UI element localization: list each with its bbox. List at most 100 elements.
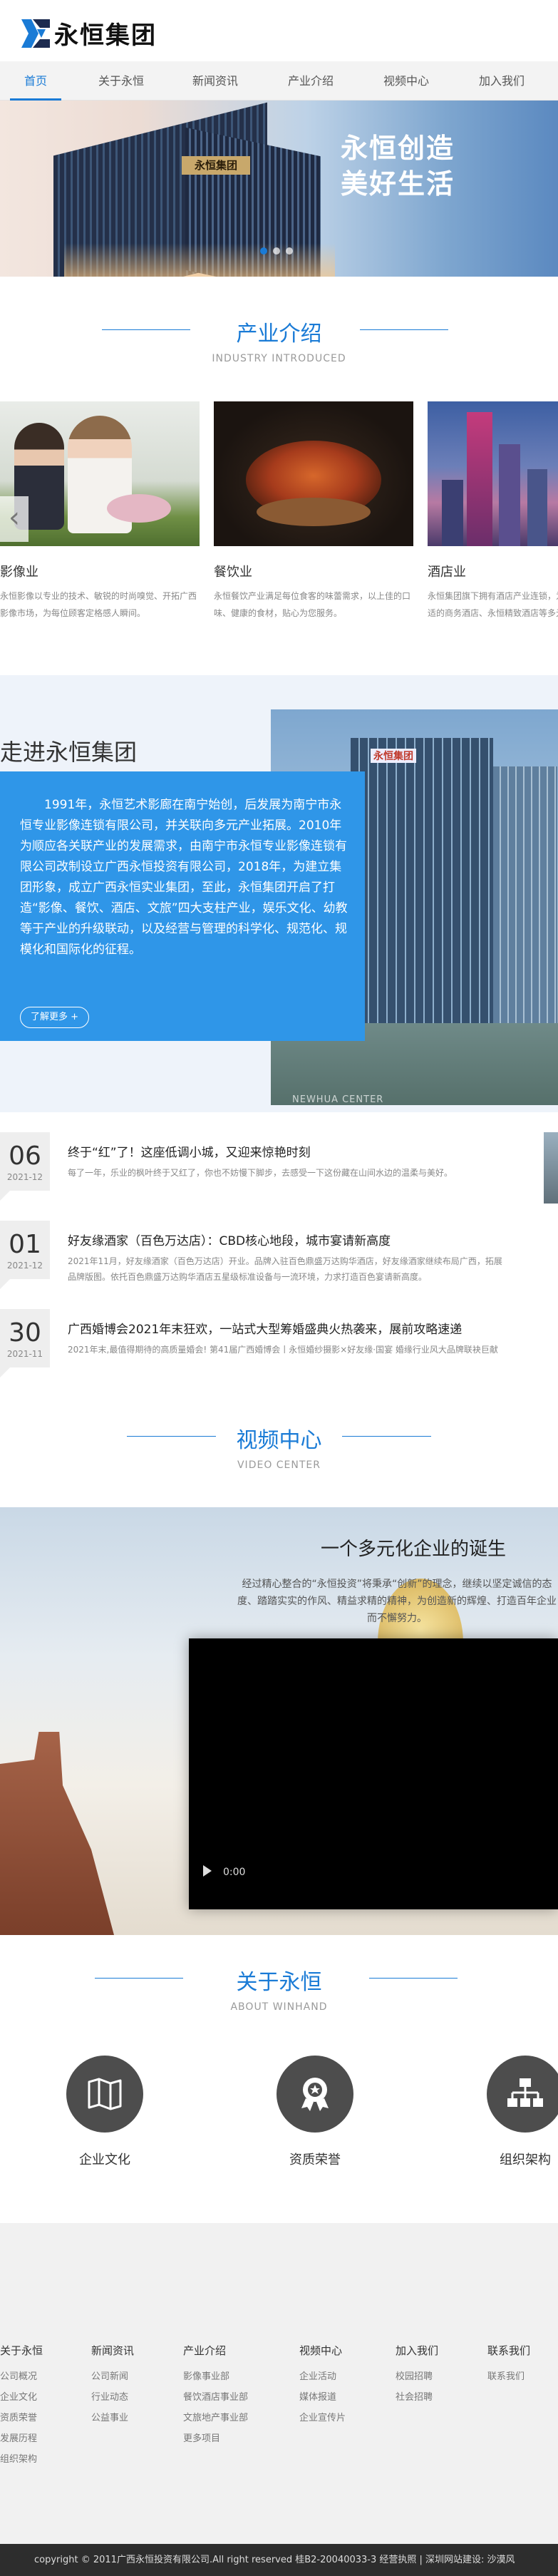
footer-column: 关于永恒 公司概况 企业文化 资质荣誉 发展历程 组织架构 (0, 2343, 43, 2470)
intro-more-button[interactable]: 了解更多 + (20, 1007, 90, 1028)
industry-prev-arrow[interactable]: ‹ (0, 496, 29, 542)
about-item-culture[interactable]: 企业文化 (58, 2056, 151, 2168)
play-icon[interactable] (203, 1865, 212, 1877)
about-title: 关于永恒 (236, 1970, 322, 1995)
footer-column: 视频中心 企业活动 媒体报道 企业宣传片 (299, 2343, 346, 2428)
footer-link[interactable]: 资质荣誉 (0, 2408, 43, 2428)
news-desc: 2021年末,最值得期待的高质量婚会! 第41届广西婚博会丨永恒婚纱摄影×好友缘… (68, 1345, 498, 1355)
title-line-left (102, 329, 190, 330)
footer-link[interactable]: 公司新闻 (91, 2366, 134, 2387)
footer-link[interactable]: 校园招聘 (396, 2366, 438, 2387)
hero-banner[interactable]: 永恒集团 永恒创造 美好生活 (0, 101, 558, 277)
footer-link[interactable]: 组织架构 (0, 2449, 43, 2470)
about-subtitle: ABOUT WINHAND (230, 2001, 328, 2013)
industry-desc: 永恒餐饮产业满足每位食客的味蕾需求，以上佳的口味、健康的食材，贴心为您服务。 (214, 591, 411, 618)
banner-glow (64, 243, 335, 277)
intro-text-box: 1991年，永恒艺术影廊在南宁始创，后发展为南宁市永恒专业影像连锁有限公司，并关… (0, 771, 365, 1041)
video-headline: 一个多元化企业的诞生 (321, 1539, 507, 1560)
footer-link[interactable]: 联系我们 (487, 2366, 530, 2387)
about-label: 组织架构 (500, 2152, 551, 2167)
footer-heading[interactable]: 加入我们 (396, 2343, 438, 2358)
nav-item-join[interactable]: 加入我们 (473, 61, 530, 101)
industry-image-photo (0, 401, 200, 546)
footer-column: 新闻资讯 公司新闻 行业动态 公益事业 (91, 2343, 134, 2428)
news-year-month: 2021-11 (6, 1349, 43, 1359)
news-item[interactable]: 01 2021-12 好友缘酒家（百色万达店）：CBD核心地段，城市宴请新高度 … (0, 1221, 558, 1292)
video-subtitle: VIDEO CENTER (237, 1459, 321, 1471)
footer-heading[interactable]: 视频中心 (299, 2343, 346, 2358)
news-date-tab (0, 1367, 10, 1377)
footer-link[interactable]: 企业活动 (299, 2366, 346, 2387)
industry-image-hotel (428, 401, 558, 546)
org-chart-icon (487, 2056, 558, 2133)
nav-item-industry[interactable]: 产业介绍 (282, 61, 339, 101)
about-item-structure[interactable]: 组织架构 (479, 2056, 558, 2168)
news-day: 01 (9, 1230, 41, 1259)
video-section-title: 视频中心 VIDEO CENTER (0, 1422, 558, 1471)
news-day: 06 (9, 1141, 41, 1171)
about-section-title: 关于永恒 ABOUT WINHAND (0, 1964, 558, 2013)
footer-link[interactable]: 媒体报道 (299, 2387, 346, 2408)
footer-link[interactable]: 公司概况 (0, 2366, 43, 2387)
footer-link[interactable]: 行业动态 (91, 2387, 134, 2408)
footer-heading[interactable]: 联系我们 (487, 2343, 530, 2358)
news-title[interactable]: 好友缘酒家（百色万达店）：CBD核心地段，城市宴请新高度 (68, 1231, 391, 1248)
industry-card-photo[interactable]: 影像业 永恒影像以专业的技术、敏锐的时尚嗅觉、开拓广西影像市场，为每位顾客定格感… (0, 401, 200, 622)
industry-desc: 永恒影像以专业的技术、敏锐的时尚嗅觉、开拓广西影像市场，为每位顾客定格感人瞬间。 (0, 591, 197, 618)
about-label: 企业文化 (79, 2152, 130, 2167)
industry-desc: 永恒集团旗下拥有酒店产业连锁，为宾客提供豪华舒适的商务酒店、永恒精致酒店等多元化… (428, 591, 558, 618)
nav-item-video[interactable]: 视频中心 (378, 61, 435, 101)
nav-item-news[interactable]: 新闻资讯 (187, 61, 244, 101)
footer-column: 加入我们 校园招聘 社会招聘 (396, 2343, 438, 2408)
logo-mark-icon (21, 19, 50, 48)
banner-dot-3[interactable] (286, 247, 293, 255)
nav-item-about[interactable]: 关于永恒 (93, 61, 150, 101)
about-item-honors[interactable]: 资质荣誉 (269, 2056, 361, 2168)
news-item[interactable]: 30 2021-11 广西婚博会2021年末狂欢，一站式大型筹婚盛典火热袭来，展… (0, 1309, 558, 1380)
industry-section-title: 产业介绍 INDUSTRY INTRODUCED (0, 316, 558, 364)
banner-dot-2[interactable] (273, 247, 280, 255)
title-line-left (95, 1978, 183, 1979)
nav-item-home[interactable]: 首页 (10, 61, 61, 101)
banner-dot-1[interactable] (260, 247, 267, 255)
news-date: 06 2021-12 (0, 1132, 50, 1191)
news-item[interactable]: 06 2021-12 终于“红”了！这座低调小城，又迎来惊艳时刻 每了一年，乐业… (0, 1132, 558, 1204)
banner-slogan: 永恒创造 美好生活 (341, 130, 455, 202)
medal-icon (277, 2056, 353, 2133)
footer-link[interactable]: 企业文化 (0, 2387, 43, 2408)
footer-link[interactable]: 公益事业 (91, 2408, 134, 2428)
title-line-right (369, 1978, 458, 1979)
industry-title: 产业介绍 (236, 322, 322, 347)
industry-card-hotel[interactable]: 酒店业 永恒集团旗下拥有酒店产业连锁，为宾客提供豪华舒适的商务酒店、永恒精致酒店… (428, 401, 558, 622)
footer-link[interactable]: 影像事业部 (183, 2366, 248, 2387)
video-desc: 经过精心整合的“永恒投资”将秉承“创新”的理念，继续以坚定诚信的态度、踏踏实实的… (237, 1579, 557, 1624)
logo[interactable]: 永恒集团 (21, 16, 157, 51)
industry-name: 酒店业 (428, 565, 466, 580)
industry-name: 影像业 (0, 565, 38, 580)
footer-link[interactable]: 企业宣传片 (299, 2408, 346, 2428)
video-time: 0:00 (223, 1867, 246, 1878)
banner-slogan-line2: 美好生活 (341, 168, 455, 200)
news-thumbnail[interactable] (544, 1132, 558, 1204)
news-title[interactable]: 终于“红”了！这座低调小城，又迎来惊艳时刻 (68, 1142, 311, 1160)
video-player[interactable]: 0:00 (189, 1638, 558, 1909)
industry-image-food (214, 401, 413, 546)
footer-link[interactable]: 发展历程 (0, 2428, 43, 2449)
main-nav: 首页 关于永恒 新闻资讯 产业介绍 视频中心 加入我们 (0, 61, 558, 101)
header: 永恒集团 (0, 0, 558, 61)
footer-heading[interactable]: 新闻资讯 (91, 2343, 134, 2358)
news-title[interactable]: 广西婚博会2021年末狂欢，一站式大型筹婚盛典火热袭来，展前攻略速递 (68, 1319, 462, 1337)
footer-link[interactable]: 社会招聘 (396, 2387, 438, 2408)
footer-link[interactable]: 餐饮酒店事业部 (183, 2387, 248, 2408)
news-year-month: 2021-12 (6, 1172, 43, 1182)
footer-heading[interactable]: 关于永恒 (0, 2343, 43, 2358)
news-desc: 每了一年，乐业的枫叶终于又红了，你也不妨慢下脚步，去感受一下这份藏在山间水边的温… (68, 1168, 453, 1178)
news-day: 30 (9, 1318, 41, 1348)
footer-link[interactable]: 文旅地产事业部 (183, 2408, 248, 2428)
footer-heading[interactable]: 产业介绍 (183, 2343, 248, 2358)
title-line-right (360, 329, 448, 330)
industry-card-food[interactable]: 餐饮业 永恒餐饮产业满足每位食客的味蕾需求，以上佳的口味、健康的食材，贴心为您服… (214, 401, 413, 622)
industry-name: 餐饮业 (214, 565, 252, 580)
footer-link[interactable]: 更多项目 (183, 2428, 248, 2449)
news-date-tab (0, 1191, 10, 1201)
